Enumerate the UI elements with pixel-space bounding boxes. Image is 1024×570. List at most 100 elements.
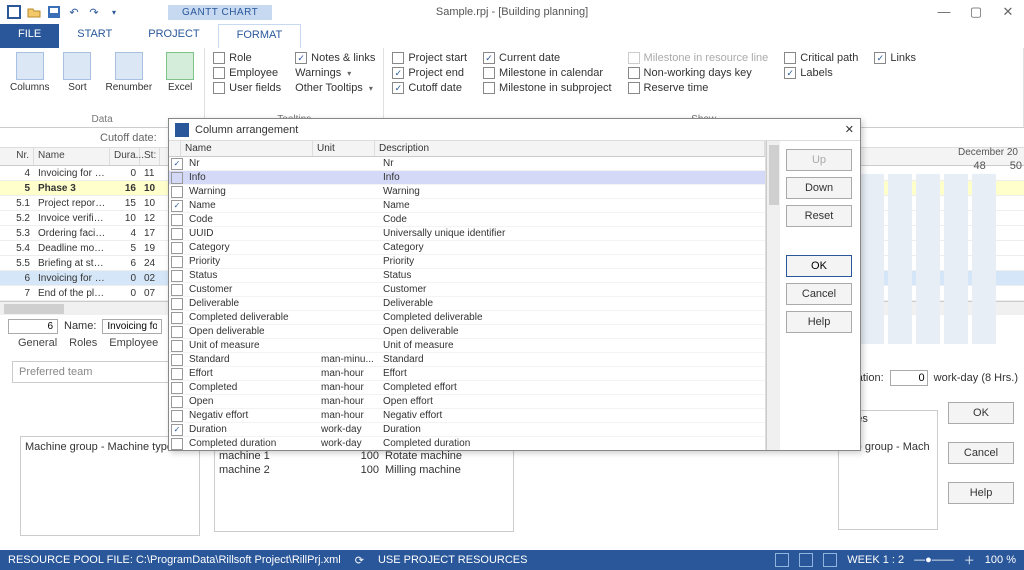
undo-icon[interactable]: ↶ (66, 4, 82, 20)
dlg-col-desc[interactable]: Description (375, 141, 765, 156)
check-cutoff-date[interactable]: ✓Cutoff date (392, 82, 467, 94)
subtab-general[interactable]: General (18, 337, 57, 357)
check-role[interactable]: Role (213, 52, 281, 64)
col-name[interactable]: Name (34, 148, 110, 165)
redo-icon[interactable]: ↷ (86, 4, 102, 20)
refresh-icon[interactable]: ⟳ (355, 554, 364, 567)
subtab-employee[interactable]: Employee (109, 337, 158, 357)
check-notes-links[interactable]: ✓Notes & links (295, 52, 375, 64)
list-item[interactable]: WarningWarning (169, 185, 765, 199)
list-item[interactable]: InfoInfo (169, 171, 765, 185)
maximize-button[interactable]: ▢ (964, 4, 988, 20)
col-start[interactable]: St: (140, 148, 160, 165)
dropdown-other-tooltips[interactable]: Other Tooltips▾ (295, 82, 375, 94)
list-item[interactable]: Completed durationwork-dayCompleted dura… (169, 437, 765, 450)
dropdown-warnings[interactable]: Warnings▾ (295, 67, 375, 79)
task-id-input[interactable] (8, 319, 58, 334)
check-userfields[interactable]: User fields (213, 82, 281, 94)
list-item[interactable]: Negativ effortman-hourNegativ effort (169, 409, 765, 423)
check-critical-path[interactable]: Critical path (784, 52, 858, 64)
status-bar: RESOURCE POOL FILE: C:\ProgramData\Rills… (0, 550, 1024, 570)
cancel-button[interactable]: Cancel (948, 442, 1014, 464)
down-button[interactable]: Down (786, 177, 852, 199)
list-item[interactable]: StatusStatus (169, 269, 765, 283)
list-item[interactable]: Completedman-hourCompleted effort (169, 381, 765, 395)
list-item[interactable]: ✓NameName (169, 199, 765, 213)
list-item[interactable]: UUIDUniversally unique identifier (169, 227, 765, 241)
dlg-ok-button[interactable]: OK (786, 255, 852, 277)
list-item[interactable]: DeliverableDeliverable (169, 297, 765, 311)
open-icon[interactable] (26, 4, 42, 20)
status-icon-2[interactable] (799, 553, 813, 567)
help-button[interactable]: Help (948, 482, 1014, 504)
dialog-close-icon[interactable]: ✕ (845, 123, 854, 136)
tab-format[interactable]: FORMAT (218, 24, 302, 48)
dlg-col-unit[interactable]: Unit (313, 141, 375, 156)
sort-button[interactable]: Sort (59, 50, 95, 95)
preferred-team-box[interactable]: Preferred team (12, 361, 182, 383)
machine-group-box[interactable]: Machine group - Machine type (20, 436, 200, 536)
col-duration[interactable]: Dura... (110, 148, 140, 165)
check-current-date[interactable]: ✓Current date (483, 52, 612, 64)
list-item[interactable]: ✓NrNr (169, 157, 765, 171)
check-project-start[interactable]: Project start (392, 52, 467, 64)
list-item[interactable]: PriorityPriority (169, 255, 765, 269)
dlg-cancel-button[interactable]: Cancel (786, 283, 852, 305)
excel-button[interactable]: Excel (162, 50, 198, 95)
columns-button[interactable]: Columns (6, 50, 53, 95)
dlg-col-name[interactable]: Name (181, 141, 313, 156)
list-item[interactable]: ✓Durationwork-dayDuration (169, 423, 765, 437)
list-item[interactable]: Completed deliverableCompleted deliverab… (169, 311, 765, 325)
check-milestone-calendar[interactable]: Milestone in calendar (483, 67, 612, 79)
list-item[interactable]: CategoryCategory (169, 241, 765, 255)
check-milestone-resource: Milestone in resource line (628, 52, 769, 64)
list-item[interactable]: Unit of measureUnit of measure (169, 339, 765, 353)
list-item[interactable]: CodeCode (169, 213, 765, 227)
zoom-out-icon[interactable]: ＋ (964, 552, 975, 568)
check-nonworking-days[interactable]: Non-working days key (628, 67, 769, 79)
machine-list[interactable]: machine 1100Rotate machinemachine 2100Mi… (214, 448, 514, 532)
reset-button[interactable]: Reset (786, 205, 852, 227)
app-icon (6, 4, 22, 20)
col-nr[interactable]: Nr. (0, 148, 34, 165)
status-icon-1[interactable] (775, 553, 789, 567)
check-project-end[interactable]: ✓Project end (392, 67, 467, 79)
ok-button[interactable]: OK (948, 402, 1014, 424)
zoom-slider[interactable]: —●—— (914, 554, 954, 566)
duration-input[interactable] (890, 370, 928, 386)
tab-file[interactable]: FILE (0, 24, 59, 48)
dialog-title: Column arrangement (195, 124, 298, 136)
check-labels[interactable]: ✓Labels (784, 67, 858, 79)
list-item[interactable]: Effortman-hourEffort (169, 367, 765, 381)
check-reserve-time[interactable]: Reserve time (628, 82, 769, 94)
check-milestone-subproject[interactable]: Milestone in subproject (483, 82, 612, 94)
ribbon-body: Columns Sort Renumber Excel Data Role Em… (0, 48, 1024, 128)
list-item[interactable]: Open deliverableOpen deliverable (169, 325, 765, 339)
tab-project[interactable]: PROJECT (130, 24, 217, 48)
list-item[interactable]: machine 1100Rotate machine (215, 449, 513, 463)
qat-dropdown-icon[interactable]: ▾ (106, 4, 122, 20)
minimize-button[interactable]: — (932, 4, 956, 20)
subtab-roles[interactable]: Roles (69, 337, 97, 357)
list-item[interactable]: CustomerCustomer (169, 283, 765, 297)
list-item[interactable]: Standardman-minu...Standard (169, 353, 765, 367)
status-use-resources[interactable]: USE PROJECT RESOURCES (378, 554, 528, 566)
title-bar: ↶ ↷ ▾ GANTT CHART Sample.rpj - [Building… (0, 0, 1024, 24)
gantt-context-tab: GANTT CHART (168, 5, 272, 20)
dlg-help-button[interactable]: Help (786, 311, 852, 333)
status-icon-3[interactable] (823, 553, 837, 567)
status-week: WEEK 1 : 2 (847, 554, 904, 566)
task-name-input[interactable] (102, 319, 162, 334)
up-button[interactable]: Up (786, 149, 852, 171)
check-employee[interactable]: Employee (213, 67, 281, 79)
column-arrangement-dialog: Column arrangement ✕ Name Unit Descripti… (168, 118, 861, 451)
dialog-v-scrollbar[interactable] (766, 141, 780, 450)
list-item[interactable]: Openman-hourOpen effort (169, 395, 765, 409)
close-button[interactable]: ✕ (996, 4, 1020, 20)
tab-start[interactable]: START (59, 24, 130, 48)
list-item[interactable]: machine 2100Milling machine (215, 463, 513, 477)
renumber-button[interactable]: Renumber (101, 50, 156, 95)
save-icon[interactable] (46, 4, 62, 20)
ribbon-group-data: Columns Sort Renumber Excel Data (0, 48, 205, 127)
check-links[interactable]: ✓Links (874, 52, 916, 64)
